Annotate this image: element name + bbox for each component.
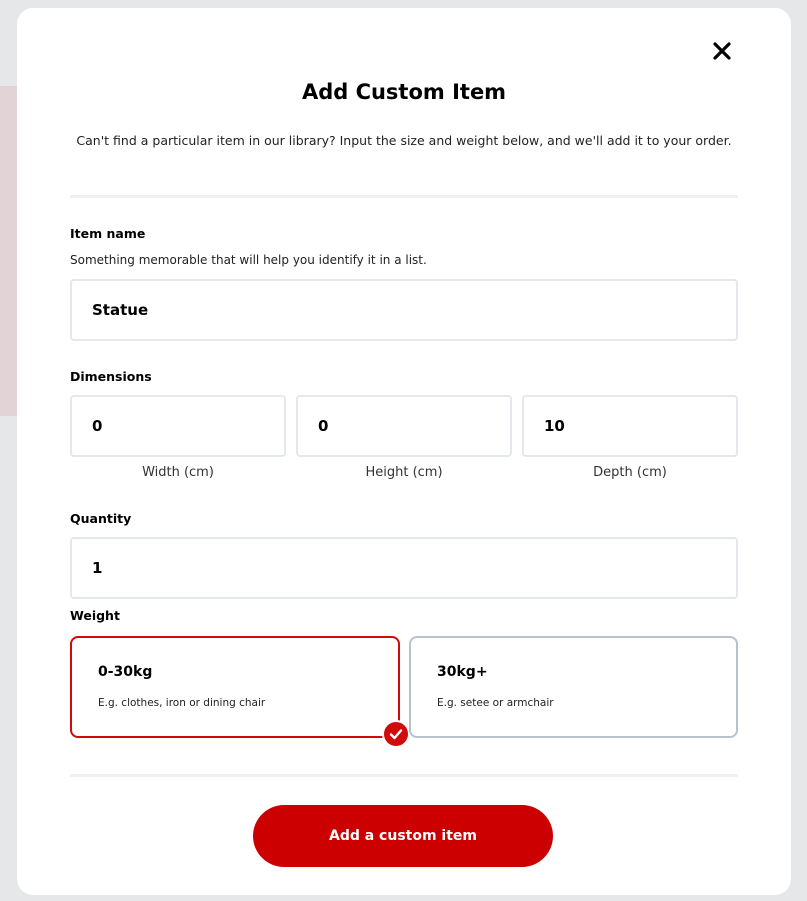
width-value: 0 (92, 417, 103, 435)
weight-label: Weight (70, 608, 120, 623)
width-label: Width (cm) (142, 465, 214, 480)
selected-check-badge (382, 720, 410, 748)
item-name-label: Item name (70, 226, 146, 241)
quantity-label: Quantity (70, 511, 132, 526)
weight-option-title: 0-30kg (98, 664, 153, 680)
modal-subtitle: Can't find a particular item in our libr… (76, 133, 732, 148)
item-name-input[interactable]: Statue (70, 279, 738, 341)
check-icon (389, 729, 403, 740)
item-name-hint: Something memorable that will help you i… (70, 253, 427, 267)
height-label: Height (cm) (365, 465, 443, 480)
weight-option-description: E.g. clothes, iron or dining chair (98, 697, 266, 709)
modal-title: Add Custom Item (301, 80, 507, 104)
close-icon (713, 42, 731, 60)
height-value: 0 (318, 417, 329, 435)
divider (70, 774, 738, 777)
weight-option-description: E.g. setee or armchair (437, 697, 554, 709)
add-custom-item-button[interactable]: Add a custom item (253, 805, 553, 867)
close-button[interactable] (707, 36, 737, 66)
quantity-input[interactable]: 1 (70, 537, 738, 599)
weight-option-30kg-plus[interactable]: 30kg+ E.g. setee or armchair (409, 636, 738, 738)
add-custom-item-modal: Add Custom Item Can't find a particular … (17, 8, 791, 895)
weight-option-0-30kg[interactable]: 0-30kg E.g. clothes, iron or dining chai… (70, 636, 410, 748)
depth-input[interactable]: 10 (522, 395, 738, 457)
divider (70, 195, 738, 198)
quantity-value: 1 (92, 559, 103, 577)
height-input[interactable]: 0 (296, 395, 512, 457)
weight-option-title: 30kg+ (437, 664, 488, 680)
depth-label: Depth (cm) (593, 465, 667, 480)
depth-value: 10 (544, 417, 565, 435)
item-name-value: Statue (92, 301, 149, 319)
width-input[interactable]: 0 (70, 395, 286, 457)
dimensions-label: Dimensions (70, 369, 152, 384)
